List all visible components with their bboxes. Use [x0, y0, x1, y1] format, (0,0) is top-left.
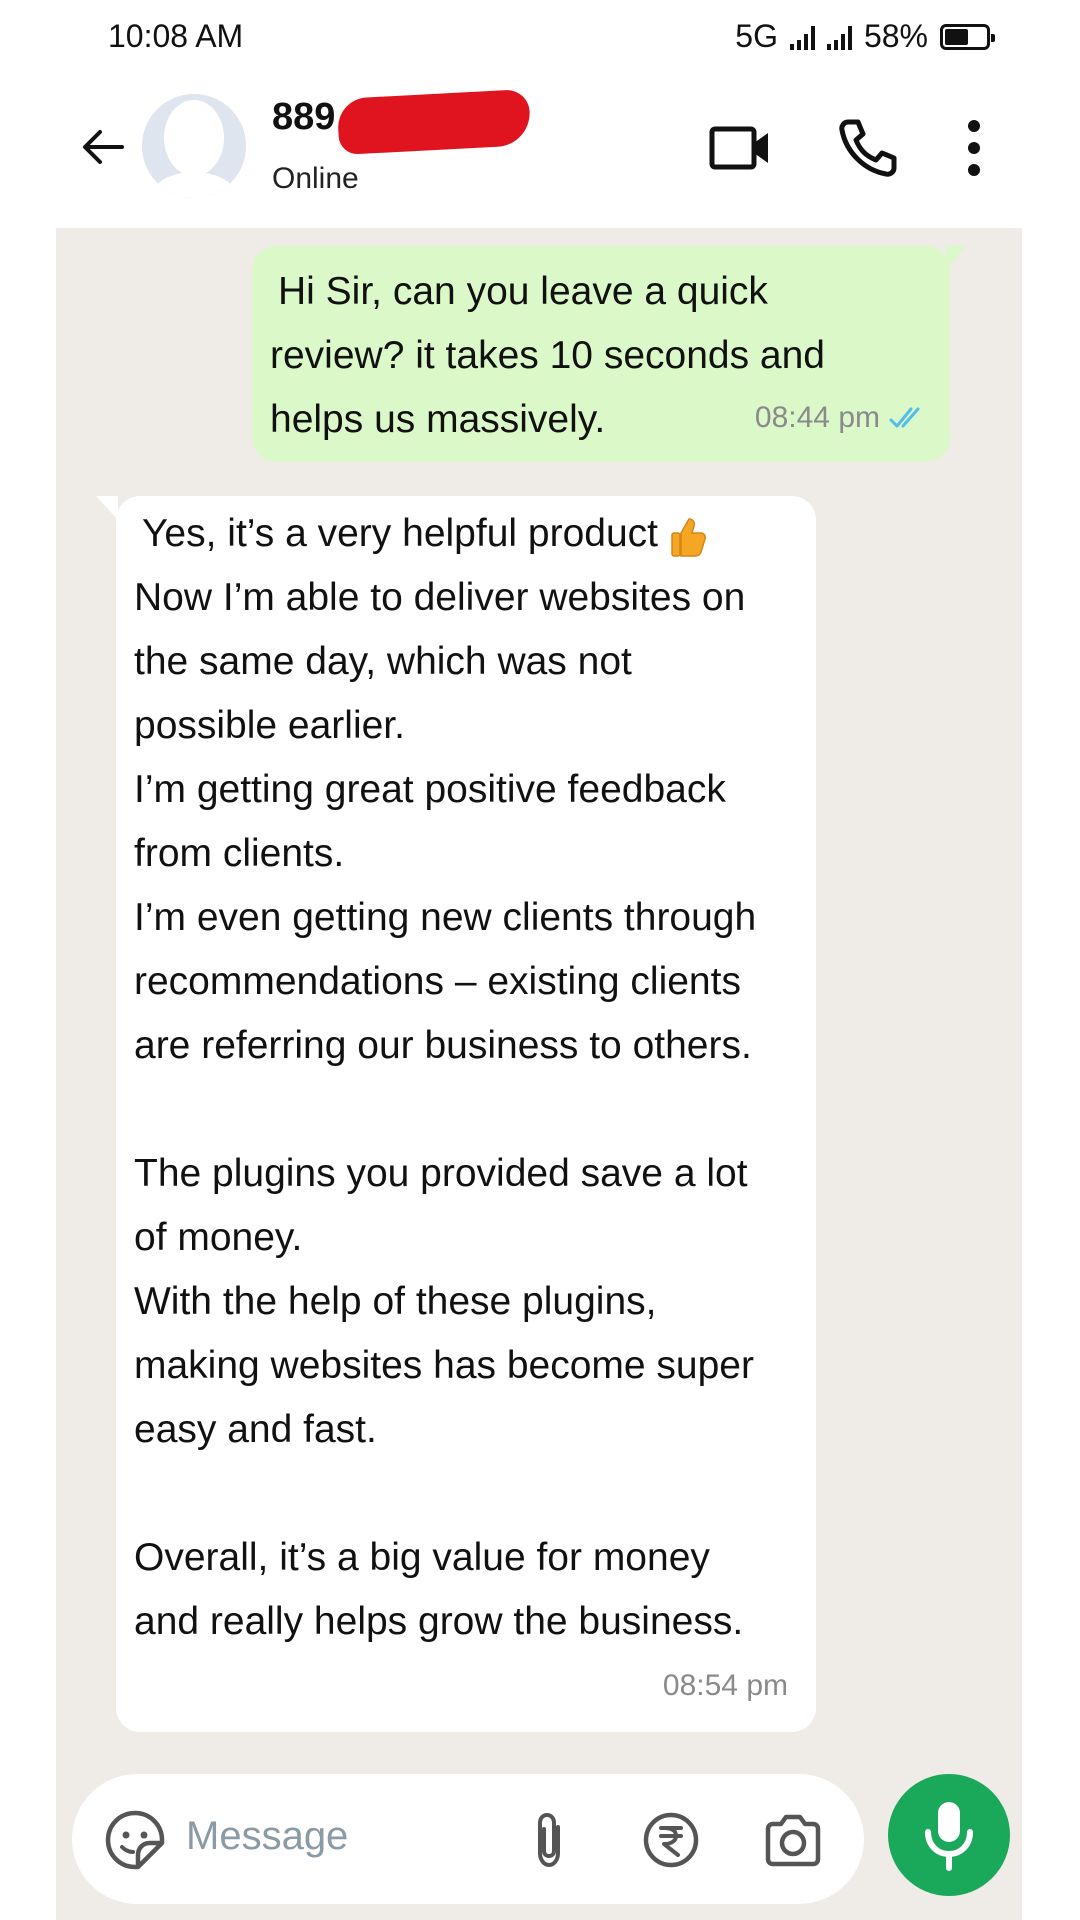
- message-composer: Message: [72, 1774, 864, 1904]
- message-line: I’m getting great positive feedback: [134, 768, 726, 811]
- status-time: 10:08 AM: [108, 18, 244, 54]
- signal-icon: [789, 24, 815, 50]
- message-line: easy and fast.: [134, 1408, 377, 1451]
- message-line-with-emoji: Yes, it’s a very helpful product: [134, 502, 786, 566]
- chat-area[interactable]: Hi Sir, can you leave a quick review? it…: [56, 228, 1022, 1920]
- message-line: [134, 1462, 786, 1526]
- message-line: and really helps grow the business.: [134, 1600, 744, 1643]
- network-type: 5G: [735, 18, 778, 54]
- battery-icon: [940, 23, 995, 50]
- message-line: [134, 1078, 786, 1142]
- message-line: the same day, which was not: [134, 640, 632, 683]
- default-avatar-icon: [142, 94, 246, 198]
- thumbs-up-icon: [671, 517, 706, 557]
- camera-icon[interactable]: [760, 1807, 826, 1873]
- message-input[interactable]: Message: [186, 1814, 348, 1859]
- outgoing-message[interactable]: Hi Sir, can you leave a quick review? it…: [252, 246, 966, 462]
- payment-rupee-icon[interactable]: [638, 1807, 704, 1873]
- read-ticks-icon: [889, 407, 920, 428]
- contact-status: Online: [272, 162, 359, 195]
- mic-icon: [925, 1802, 973, 1871]
- message-line: The plugins you provided save a lot: [134, 1152, 748, 1195]
- message-line: Now I’m able to deliver websites on: [134, 576, 746, 619]
- battery-percent: 58%: [863, 18, 928, 54]
- attach-icon[interactable]: [518, 1807, 584, 1873]
- phone-icon[interactable]: [832, 112, 904, 184]
- status-bar: 10:08 AM 5G 58%: [0, 0, 1080, 70]
- message-time: 08:54 pm: [662, 1669, 788, 1702]
- video-call-icon[interactable]: [704, 112, 776, 184]
- message-line: Hi Sir, can you leave a quick: [278, 270, 768, 313]
- message-meta: 08:44 pm: [755, 386, 928, 450]
- message-line: making websites has become super: [134, 1344, 754, 1387]
- incoming-message[interactable]: Yes, it’s a very helpful product Now I’m…: [96, 496, 816, 1732]
- sticker-icon[interactable]: [102, 1807, 168, 1873]
- back-arrow-icon[interactable]: [78, 122, 128, 172]
- message-line: Overall, it’s a big value for money: [134, 1536, 710, 1579]
- message-line: review? it takes 10 seconds and: [270, 334, 825, 377]
- status-indicators: 5G 58%: [735, 18, 995, 55]
- message-line: are referring our business to others.: [134, 1024, 752, 1067]
- mic-button[interactable]: [888, 1774, 1010, 1896]
- message-line: of money.: [134, 1216, 303, 1259]
- message-line: possible earlier.: [134, 704, 405, 747]
- message-line: from clients.: [134, 832, 345, 875]
- redaction-mark: [336, 89, 532, 155]
- signal-icon-2: [826, 24, 852, 50]
- contact-name[interactable]: 889: [272, 96, 335, 139]
- avatar[interactable]: [142, 94, 246, 198]
- message-time: 08:44 pm: [754, 401, 880, 434]
- message-line: Yes, it’s a very helpful product: [142, 512, 658, 555]
- more-options-icon[interactable]: [938, 112, 1010, 184]
- message-line: recommendations – existing clients: [134, 960, 741, 1003]
- message-line: With the help of these plugins,: [134, 1280, 657, 1323]
- chat-header: 889 Online: [0, 70, 1080, 228]
- message-line: I’m even getting new clients through: [134, 896, 757, 939]
